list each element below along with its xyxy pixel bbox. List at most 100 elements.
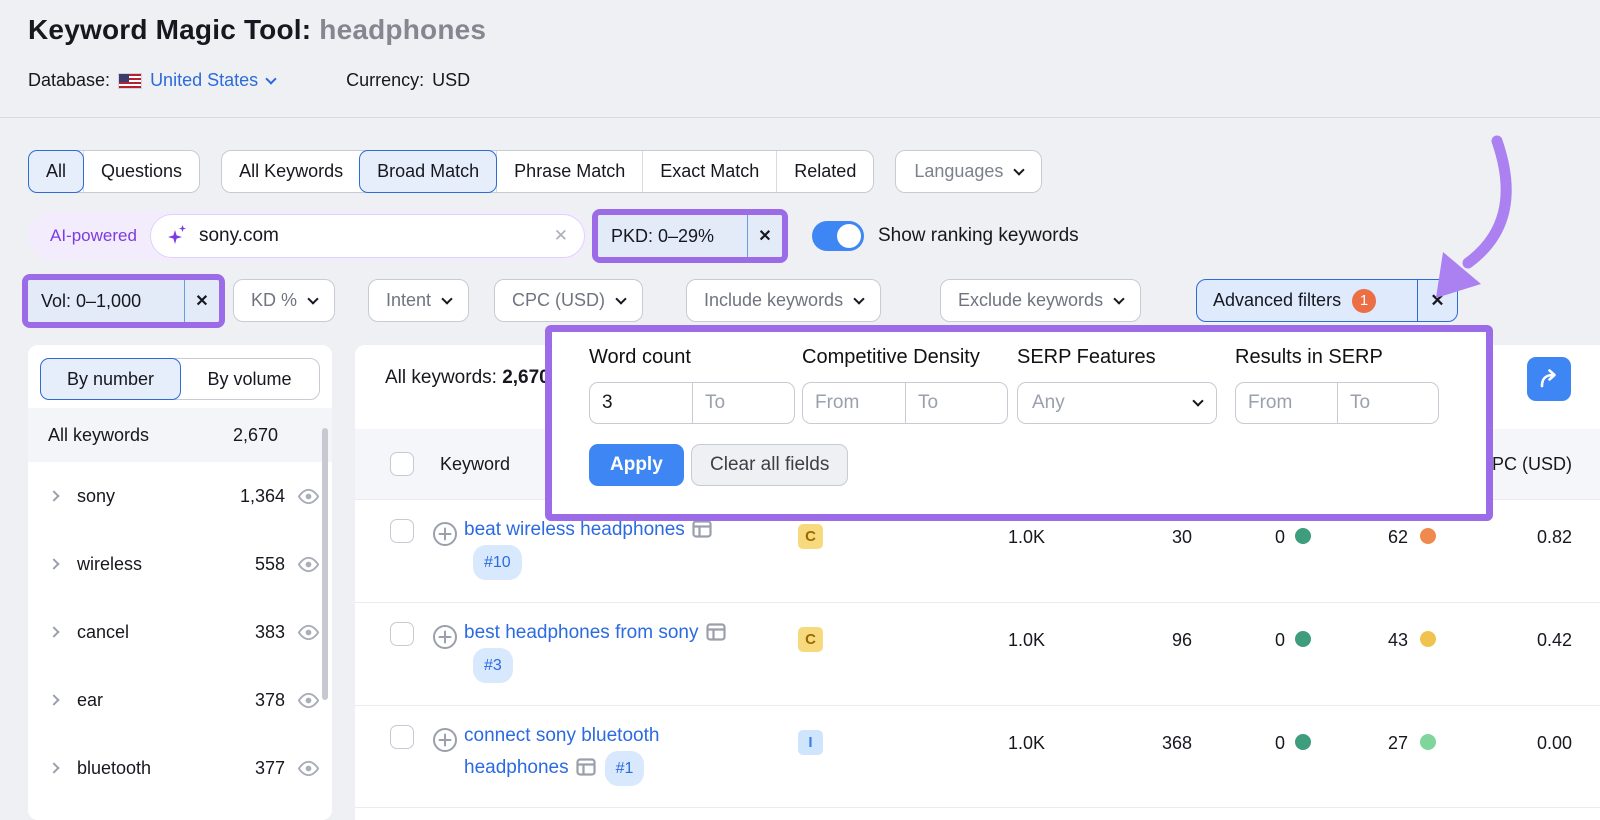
currency-value: USD [432, 70, 470, 91]
volume-value: 1.0K [1008, 527, 1045, 548]
volume-chip-label: Vol: 0–1,000 [28, 291, 154, 312]
keyword-groups-sidebar: By number By volume All keywords 2,670 s… [28, 345, 332, 820]
group-count: 1,364 [240, 486, 285, 507]
results-in-serp-to-input[interactable] [1338, 392, 1438, 414]
eye-icon[interactable] [297, 556, 320, 573]
volume-filter-chip[interactable]: Vol: 0–1,000 [28, 280, 184, 322]
competitive-density-to-input[interactable] [906, 392, 1007, 414]
competitive-density-from-input[interactable] [803, 392, 905, 414]
sidebar-scrollbar[interactable] [322, 428, 328, 700]
serp-preview-icon[interactable] [576, 758, 596, 776]
word-count-range [589, 382, 795, 424]
word-count-to-input[interactable] [693, 392, 794, 414]
chevron-down-icon [615, 293, 626, 304]
show-ranking-keywords-toggle[interactable] [812, 221, 864, 251]
cpc-filter-dropdown[interactable]: CPC (USD) [494, 279, 643, 322]
group-label: ear [77, 690, 103, 711]
export-button[interactable] [1527, 357, 1571, 401]
word-count-from-input[interactable] [590, 392, 692, 414]
pkd-chip-label: PKD: 0–29% [598, 226, 727, 247]
chevron-right-icon[interactable] [48, 626, 59, 637]
search-value: sony.com [199, 225, 279, 247]
chevron-right-icon[interactable] [48, 490, 59, 501]
pkd-filter-chip[interactable]: PKD: 0–29% [598, 215, 747, 257]
sparkles-icon [167, 224, 189, 248]
advanced-filters-button[interactable]: Advanced filters 1 ✕ [1196, 279, 1458, 322]
tab-questions[interactable]: Questions [83, 151, 199, 192]
kd-filter-dropdown[interactable]: KD % [233, 279, 335, 322]
chevron-right-icon[interactable] [48, 694, 59, 705]
intent-filter-dropdown[interactable]: Intent [368, 279, 469, 322]
close-advanced-filters-icon[interactable]: ✕ [1417, 280, 1457, 321]
clear-all-fields-button[interactable]: Clear all fields [691, 444, 848, 486]
remove-pkd-filter-icon[interactable]: ✕ [747, 215, 782, 257]
serp-features-select[interactable]: Any [1017, 382, 1217, 424]
sidebar-item-wireless[interactable]: wireless 558 [28, 530, 332, 598]
database-select[interactable]: United States [150, 70, 258, 91]
all-keywords-label: All keywords [48, 425, 149, 446]
serp-preview-icon[interactable] [706, 623, 726, 641]
sidebar-item-ear[interactable]: ear 378 [28, 666, 332, 734]
results-value: 0 [1275, 630, 1285, 651]
keyword-magic-tool-page: Keyword Magic Tool: headphones Database:… [0, 0, 1600, 820]
chevron-down-icon[interactable] [265, 73, 276, 84]
serp-preview-icon[interactable] [692, 520, 712, 538]
add-to-list-icon[interactable] [432, 521, 458, 547]
sidebar-item-bluetooth[interactable]: bluetooth 377 [28, 734, 332, 802]
chevron-down-icon [441, 293, 452, 304]
languages-label: Languages [914, 161, 1003, 182]
remove-volume-filter-icon[interactable]: ✕ [184, 280, 219, 322]
results-in-serp-from-input[interactable] [1236, 392, 1337, 414]
column-header-keyword[interactable]: Keyword [440, 454, 510, 475]
include-keywords-dropdown[interactable]: Include keywords [686, 279, 881, 322]
eye-icon[interactable] [297, 760, 320, 777]
eye-icon[interactable] [297, 488, 320, 505]
page-title-query: headphones [319, 14, 486, 45]
add-to-list-icon[interactable] [432, 727, 458, 753]
sidebar-sort-tabs: By number By volume [40, 358, 320, 400]
tab-by-volume[interactable]: By volume [180, 359, 319, 399]
group-count: 378 [255, 690, 285, 711]
chevron-down-icon [1014, 164, 1025, 175]
clear-search-icon[interactable]: ✕ [554, 226, 568, 246]
row-checkbox[interactable] [390, 519, 414, 543]
ai-search-wrap: AI-powered sony.com ✕ [28, 211, 588, 261]
languages-dropdown[interactable]: Languages [895, 150, 1042, 193]
tab-all[interactable]: All [28, 150, 84, 193]
serp-value: 43 [1388, 630, 1408, 651]
tab-related[interactable]: Related [776, 151, 873, 192]
keyword-link[interactable]: best headphones from sony [464, 622, 699, 643]
keyword-cell: connect sony bluetooth headphones#1 [464, 720, 726, 786]
sidebar-item-cancel[interactable]: cancel 383 [28, 598, 332, 666]
keyword-link[interactable]: beat wireless headphones [464, 519, 685, 540]
tab-all-keywords[interactable]: All Keywords [222, 151, 360, 192]
row-checkbox[interactable] [390, 622, 414, 646]
select-all-checkbox[interactable] [390, 452, 414, 476]
sidebar-item-all-keywords[interactable]: All keywords 2,670 [28, 408, 332, 462]
tab-phrase-match[interactable]: Phrase Match [496, 151, 642, 192]
us-flag-icon [119, 74, 141, 88]
apply-button[interactable]: Apply [589, 444, 684, 486]
include-keywords-label: Include keywords [704, 290, 843, 311]
serp-value: 62 [1388, 527, 1408, 548]
volume-value: 1.0K [1008, 733, 1045, 754]
keyword-cell: best headphones from sony#3 [464, 617, 726, 683]
chevron-right-icon[interactable] [48, 762, 59, 773]
tab-broad-match[interactable]: Broad Match [359, 150, 497, 193]
tab-by-number[interactable]: By number [40, 358, 181, 400]
search-input[interactable]: sony.com ✕ [150, 214, 585, 258]
eye-icon[interactable] [297, 692, 320, 709]
eye-icon[interactable] [297, 624, 320, 641]
competitive-density-range [802, 382, 1008, 424]
tabs-row: All Questions All Keywords Broad Match P… [28, 150, 1042, 193]
sidebar-item-sony[interactable]: sony 1,364 [28, 462, 332, 530]
currency: Currency: USD [346, 70, 470, 91]
tab-exact-match[interactable]: Exact Match [642, 151, 776, 192]
exclude-keywords-dropdown[interactable]: Exclude keywords [940, 279, 1141, 322]
page-title-text: Keyword Magic Tool: [28, 14, 311, 45]
row-checkbox[interactable] [390, 725, 414, 749]
add-to-list-icon[interactable] [432, 624, 458, 650]
cpc-value: 0.42 [1537, 630, 1572, 651]
cpc-value: 0.82 [1537, 527, 1572, 548]
chevron-right-icon[interactable] [48, 558, 59, 569]
